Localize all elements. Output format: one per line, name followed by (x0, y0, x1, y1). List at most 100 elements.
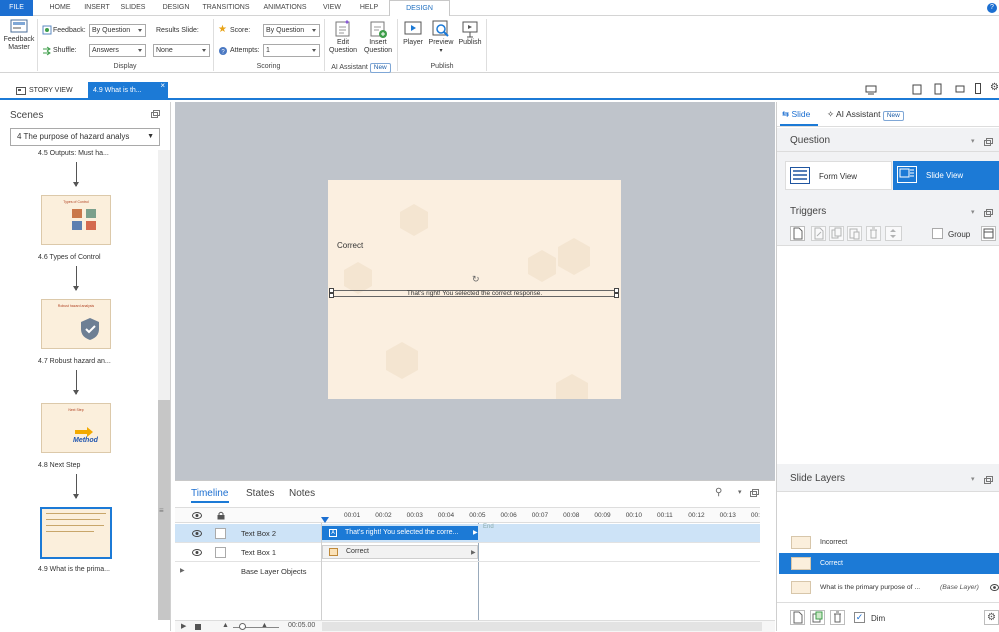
timeline-h-scrollbar[interactable] (322, 622, 762, 631)
edit-question-button[interactable]: Edit Question (326, 19, 360, 55)
delete-trigger-icon[interactable] (866, 226, 881, 241)
form-view-button[interactable]: Form View (785, 161, 892, 190)
eye-icon[interactable] (192, 530, 202, 537)
tab-design[interactable]: DESIGN (156, 0, 196, 16)
collapse-icon[interactable]: ▾ (971, 137, 975, 145)
selected-textbox[interactable]: That's right! You selected the correct r… (332, 290, 617, 297)
insert-question-button[interactable]: Insert Question (361, 19, 395, 55)
tab-slides[interactable]: SLIDES (116, 0, 150, 16)
tab-file[interactable]: FILE (0, 0, 33, 16)
publish-button[interactable]: Publish (456, 19, 484, 47)
bar-expand-icon[interactable]: ▶ (471, 549, 476, 556)
gear-icon[interactable]: ⚙ (990, 82, 999, 93)
attempts-select[interactable]: 1 (263, 44, 320, 57)
eye-icon[interactable] (990, 584, 999, 591)
stop-icon[interactable] (195, 624, 201, 630)
tab-question-design[interactable]: DESIGN (389, 0, 450, 17)
slide-tab-current[interactable]: 4.9 What is th... × (88, 81, 168, 100)
duplicate-layer-icon[interactable] (810, 610, 825, 625)
lock-checkbox[interactable] (215, 547, 226, 558)
zoom-out-icon[interactable]: ▲ (222, 622, 229, 629)
eye-icon[interactable] (192, 512, 202, 519)
story-view-tab[interactable]: STORY VIEW (14, 82, 90, 100)
collapse-icon[interactable]: ▾ (971, 208, 975, 216)
timeline-options-icon[interactable]: ⚲ (715, 487, 722, 498)
new-trigger-icon[interactable] (790, 226, 805, 241)
phone-landscape-icon[interactable] (955, 85, 965, 93)
bar-expand-icon[interactable]: ▶ (473, 529, 478, 536)
tab-notes[interactable]: Notes (289, 488, 315, 499)
resize-handle[interactable] (329, 293, 334, 298)
expand-arrow-icon[interactable]: ▶ (180, 567, 185, 574)
phone-portrait-icon[interactable] (975, 83, 981, 94)
tab-timeline[interactable]: Timeline (191, 488, 228, 499)
tab-insert[interactable]: INSERT (80, 0, 114, 16)
slide-thumb-4-8[interactable]: Next Step Method (41, 403, 111, 453)
playhead-icon[interactable] (321, 517, 329, 523)
timeline-ruler[interactable]: 00:01 00:02 00:03 00:04 00:05 00:06 00:07 00:08… (322, 512, 762, 522)
panel-restore-icon[interactable] (984, 476, 993, 484)
layer-item-incorrect[interactable]: Incorrect (779, 532, 999, 553)
feedback-master-button[interactable]: Feedback Master (2, 18, 36, 52)
panel-restore-icon[interactable] (151, 110, 160, 118)
tab-help[interactable]: HELP (355, 0, 383, 16)
preview-button[interactable]: Preview ▾ (426, 19, 456, 55)
delete-layer-icon[interactable] (830, 610, 845, 625)
timeline-bar-textbox-1[interactable]: Correct (322, 545, 478, 559)
new-layer-icon[interactable] (790, 610, 805, 625)
layer-item-base[interactable]: What is the primary purpose of ... (Base… (779, 577, 999, 598)
correct-label[interactable]: Correct (337, 241, 363, 250)
help-icon[interactable]: ? (987, 3, 997, 13)
tab-view[interactable]: VIEW (318, 0, 346, 16)
feedback-select[interactable]: By Question (89, 24, 146, 37)
slide-thumb-4-6[interactable]: Types of Control (41, 195, 111, 245)
rotate-handle-icon[interactable]: ↻ (472, 274, 480, 285)
results-slide-select[interactable]: None (153, 44, 210, 57)
tab-animations[interactable]: ANIMATIONS (258, 0, 312, 16)
tablet-portrait-icon[interactable] (934, 83, 942, 95)
timeline-dropdown-icon[interactable]: ▾ (738, 488, 742, 496)
tab-states[interactable]: States (246, 488, 274, 499)
group-checkbox[interactable] (932, 228, 943, 239)
preview-dropdown-arrow-icon[interactable]: ▾ (426, 47, 456, 55)
timeline-bar-textbox-2[interactable]: A That's right! You selected the corre..… (322, 526, 478, 540)
splitter-grip-icon[interactable]: ≡ (159, 506, 164, 515)
timeline-row[interactable]: Text Box 1 Correct ▶ (175, 543, 760, 562)
lock-icon[interactable] (217, 511, 225, 520)
dim-checkbox[interactable]: ✓ (854, 612, 865, 623)
panel-restore-icon[interactable] (984, 209, 993, 217)
tablet-landscape-icon[interactable] (912, 84, 922, 95)
slide-thumb-4-7[interactable]: Robust hazard analysis (41, 299, 111, 349)
paste-trigger-icon[interactable] (847, 226, 862, 241)
layer-item-correct[interactable]: Correct (779, 553, 999, 574)
tab-slide[interactable]: ⇆ Slide (782, 109, 810, 120)
slide-caption-4-6[interactable]: 4.6 Types of Control (38, 254, 101, 261)
zoom-in-icon[interactable]: ▲ (261, 622, 268, 629)
eye-icon[interactable] (192, 549, 202, 556)
slide-caption-4-8[interactable]: 4.8 Next Step (38, 462, 80, 469)
scenes-scrollbar[interactable] (158, 150, 170, 620)
tab-transitions[interactable]: TRANSITIONS (198, 0, 254, 16)
slide-view-button[interactable]: Slide View (893, 161, 999, 190)
slide-caption-4-9[interactable]: 4.9 What is the prima... (38, 566, 110, 573)
panel-restore-icon[interactable] (984, 138, 993, 146)
tab-home[interactable]: HOME (40, 0, 80, 16)
close-tab-icon[interactable]: × (160, 77, 165, 95)
score-select[interactable]: By Question (263, 24, 320, 37)
copy-trigger-icon[interactable] (829, 226, 844, 241)
slide-stage[interactable]: Correct That's right! You selected the c… (328, 180, 621, 399)
collapse-icon[interactable]: ▾ (971, 475, 975, 483)
lock-checkbox[interactable] (215, 528, 226, 539)
play-icon[interactable]: ▶ (181, 622, 186, 630)
shuffle-select[interactable]: Answers (89, 44, 146, 57)
panel-restore-icon[interactable] (750, 489, 759, 497)
slide-caption-4-7[interactable]: 4.7 Robust hazard an... (38, 358, 111, 365)
edit-trigger-icon[interactable] (811, 226, 826, 241)
layer-settings-icon[interactable]: ⚙ (984, 610, 999, 625)
zoom-slider-thumb[interactable] (239, 623, 246, 630)
trigger-panel-icon[interactable] (981, 226, 996, 241)
move-trigger-icon[interactable] (885, 226, 902, 241)
desktop-view-icon[interactable] (865, 85, 877, 95)
scene-dropdown[interactable]: 4 The purpose of hazard analys ▼ (10, 128, 160, 146)
tab-ai-assistant[interactable]: ✧ AI Assistant New (827, 109, 904, 121)
